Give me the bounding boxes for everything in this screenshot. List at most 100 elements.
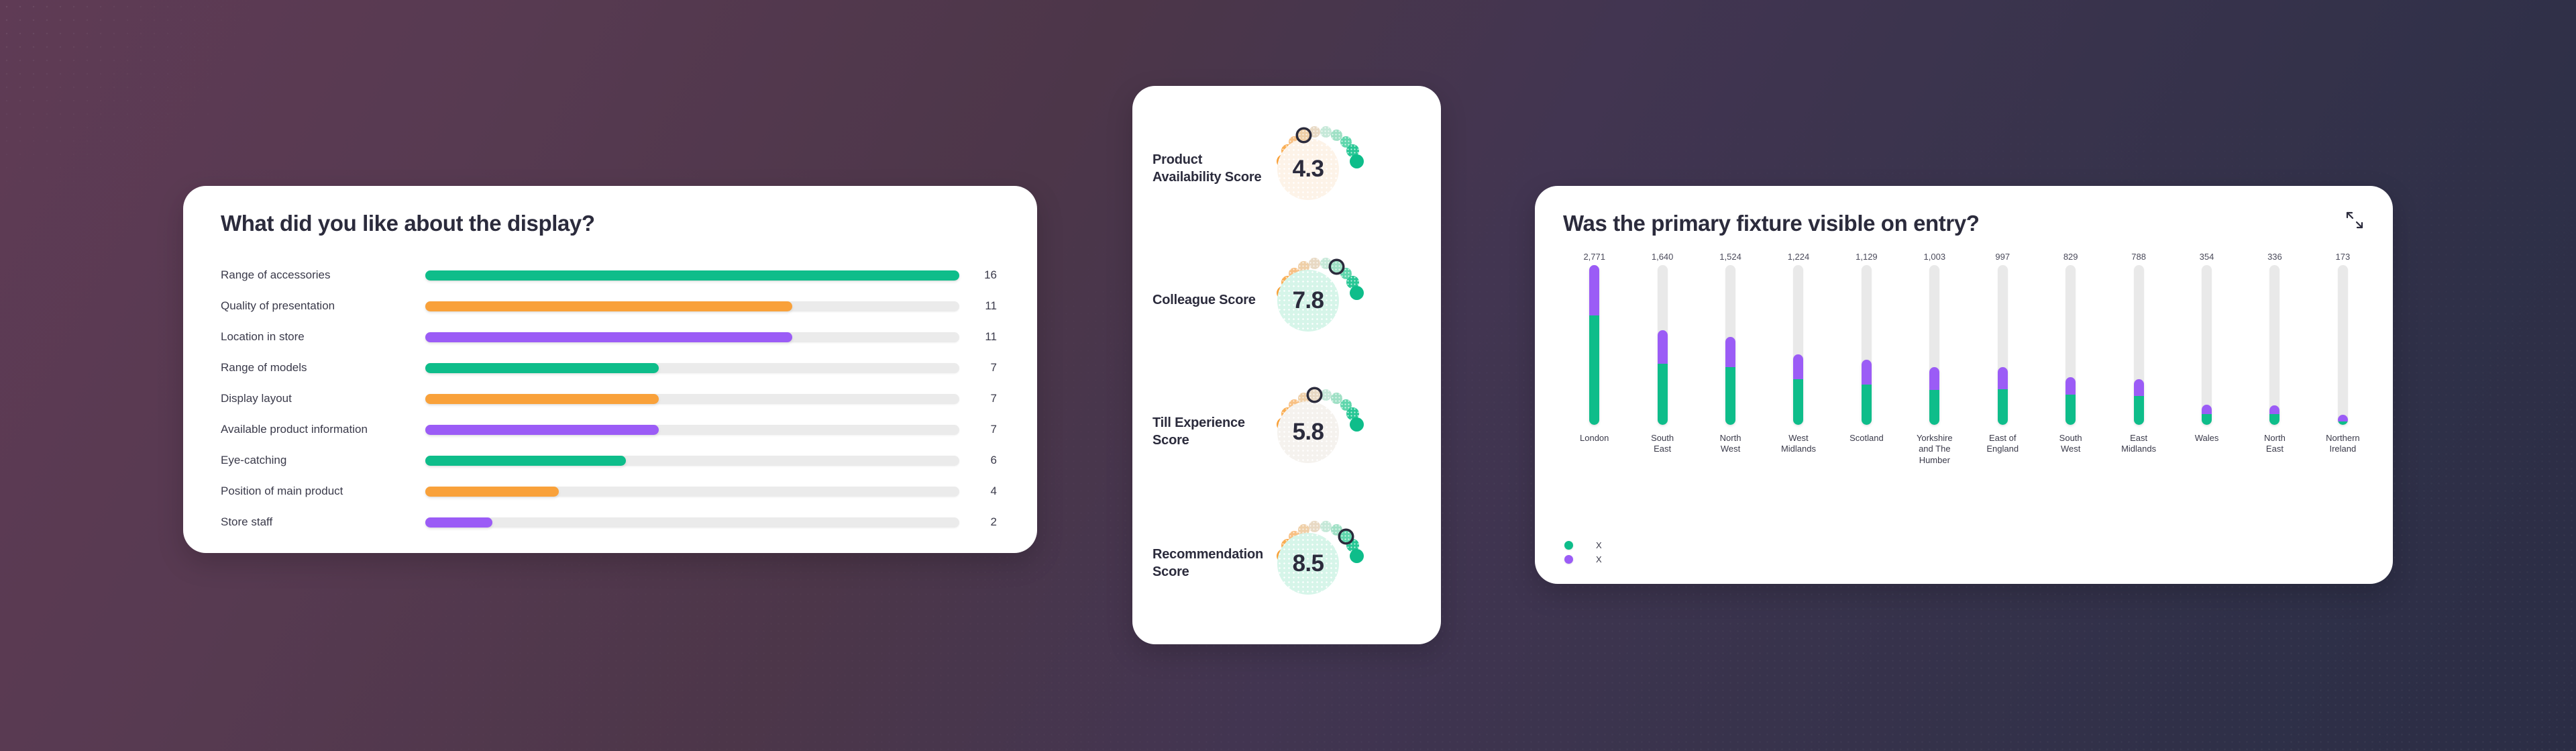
region-column[interactable]: 354 Wales	[2173, 249, 2241, 497]
region-bar-stack	[1997, 367, 2008, 425]
region-bar-segment-purple	[1861, 360, 1872, 385]
region-bar-segment-green	[1589, 315, 1600, 425]
region-bar-segment-green	[2202, 413, 2212, 425]
gauge-scale-dot	[1309, 126, 1321, 138]
region-name-label: North West	[1719, 433, 1741, 454]
bar-row[interactable]: Display layout 7	[221, 383, 1006, 414]
bar-row-label: Range of models	[221, 361, 307, 374]
bar-row[interactable]: Range of accessories 16	[221, 260, 1006, 291]
gauge-value-circle: 8.5	[1277, 533, 1339, 595]
region-name-label: Northern Ireland	[2326, 433, 2360, 454]
bar-fill	[425, 517, 492, 528]
legend-label: X	[1596, 540, 1602, 550]
region-value-label: 1,224	[1787, 252, 1810, 262]
gauge-scale-dot	[1350, 285, 1364, 300]
gauge-list: Product Availability Score 4.3 Colleague S…	[1132, 103, 1441, 630]
region-bar-track	[1997, 265, 2008, 425]
region-bar-stack	[2065, 377, 2076, 425]
gauge-scale-dot	[1350, 548, 1364, 563]
region-bar-stack	[1861, 360, 1872, 425]
score-gauge-row[interactable]: Colleague Score 7.8	[1132, 235, 1441, 366]
bar-row[interactable]: Range of models 7	[221, 352, 1006, 383]
bar-track	[425, 455, 959, 466]
gauge-value-circle: 7.8	[1277, 270, 1339, 332]
region-value-label: 997	[1995, 252, 2010, 262]
gauge-score-marker-dot	[1297, 130, 1309, 142]
region-bar-segment-purple	[2202, 404, 2212, 414]
region-value-label: 829	[2063, 252, 2078, 262]
bar-row[interactable]: Available product information 7	[221, 414, 1006, 445]
region-column[interactable]: 336 North East	[2241, 249, 2308, 497]
region-name-label: Scotland	[1849, 433, 1884, 443]
bar-row[interactable]: Location in store 11	[221, 321, 1006, 352]
bar-row[interactable]: Quality of presentation 11	[221, 291, 1006, 321]
bar-row-label: Display layout	[221, 392, 292, 405]
region-column[interactable]: 173 Northern Ireland	[2309, 249, 2377, 497]
region-column[interactable]: 1,524 North West	[1697, 249, 1764, 497]
region-column[interactable]: 1,003 Yorkshire and The Humber	[1900, 249, 1968, 497]
score-gauge-row[interactable]: Till Experience Score 5.8	[1132, 366, 1441, 498]
bar-list: Range of accessories 16 Quality of present…	[221, 260, 1006, 538]
gauge-score-marker-dot	[1340, 530, 1352, 542]
bar-row-count: 11	[985, 330, 997, 343]
gauge-scale-dot	[1320, 521, 1332, 533]
region-bar-stack	[2269, 405, 2280, 425]
score-gauge-label: Recommendation Score	[1152, 547, 1264, 579]
gauge-scale-dot	[1350, 417, 1364, 432]
region-value-label: 1,524	[1719, 252, 1741, 262]
region-bar-track	[1929, 265, 1940, 425]
legend-item[interactable]: X	[1564, 552, 1602, 566]
region-column[interactable]: 2,771 London	[1560, 249, 1628, 497]
gauge-value-text: 5.8	[1292, 419, 1324, 445]
display-feedback-card: What did you like about the display? Ran…	[183, 186, 1037, 553]
bar-row-count: 4	[990, 485, 997, 497]
region-chart-title: Was the primary fixture visible on entry…	[1563, 211, 1980, 236]
bar-row-label: Store staff	[221, 515, 273, 528]
region-column[interactable]: 997 East of England	[1969, 249, 2037, 497]
legend-item[interactable]: X	[1564, 538, 1602, 552]
region-column[interactable]: 1,224 West Midlands	[1764, 249, 1832, 497]
score-gauge-row[interactable]: Product Availability Score 4.3	[1132, 103, 1441, 235]
region-bar-segment-purple	[2269, 405, 2280, 414]
region-name-label: London	[1580, 433, 1609, 443]
bar-fill	[425, 393, 659, 404]
score-gauges-card: Product Availability Score 4.3 Colleague S…	[1132, 86, 1441, 644]
region-value-label: 2,771	[1583, 252, 1605, 262]
region-name-label: South West	[2059, 433, 2082, 454]
score-gauge-row[interactable]: Recommendation Score 8.5	[1132, 498, 1441, 630]
bar-row[interactable]: Eye-catching 6	[221, 445, 1006, 476]
gauge-score-marker-dot	[1309, 389, 1321, 401]
bar-row[interactable]: Store staff 2	[221, 507, 1006, 538]
bar-row-count: 7	[990, 361, 997, 374]
bar-track	[425, 301, 959, 311]
bar-fill	[425, 486, 559, 497]
region-column[interactable]: 1,640 South East	[1628, 249, 1696, 497]
region-chart: 2,771 London 1,640 South East 1,524 North Wes…	[1560, 249, 2377, 497]
bar-track	[425, 424, 959, 435]
region-bar-segment-green	[2065, 395, 2076, 425]
legend-label: X	[1596, 554, 1602, 564]
region-value-label: 1,129	[1856, 252, 1878, 262]
region-bar-segment-purple	[2133, 379, 2144, 397]
gauge-value-text: 8.5	[1292, 550, 1324, 577]
legend-swatch	[1564, 555, 1573, 564]
bar-fill	[425, 270, 959, 281]
region-bar-stack	[1929, 366, 1940, 425]
region-column[interactable]: 1,129 Scotland	[1833, 249, 1900, 497]
bar-row[interactable]: Position of main product 4	[221, 476, 1006, 507]
region-value-label: 354	[2199, 252, 2214, 262]
score-gauge-label: Product Availability Score	[1152, 152, 1262, 185]
region-bar-track	[1657, 265, 1668, 425]
region-value-label: 336	[2267, 252, 2282, 262]
region-column[interactable]: 829 South West	[2037, 249, 2104, 497]
bar-fill	[425, 301, 793, 311]
bar-track	[425, 362, 959, 373]
gauge-value-text: 4.3	[1292, 156, 1324, 182]
bar-row-count: 6	[990, 454, 997, 466]
bar-track	[425, 270, 959, 281]
expand-arrows-icon[interactable]	[2343, 209, 2366, 232]
region-bar-segment-green	[1725, 367, 1736, 425]
region-bar-track	[1589, 265, 1600, 425]
region-column[interactable]: 788 East Midlands	[2104, 249, 2172, 497]
region-bar-segment-purple	[1725, 337, 1736, 368]
